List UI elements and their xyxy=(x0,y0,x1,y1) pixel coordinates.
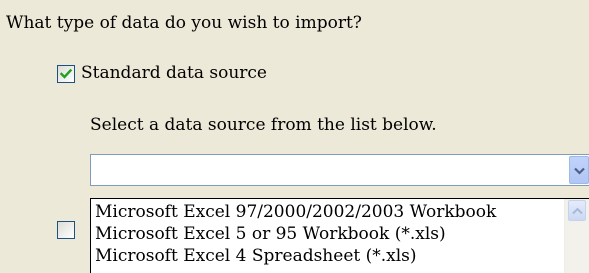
dropdown-option[interactable]: Microsoft Excel 97/2000/2002/2003 Workbo… xyxy=(95,201,496,223)
scroll-up-button[interactable] xyxy=(568,200,586,221)
data-source-combobox[interactable] xyxy=(90,154,589,186)
data-source-dropdown-list[interactable]: Microsoft Excel 97/2000/2002/2003 Workbo… xyxy=(90,198,589,273)
other-data-source-checkbox[interactable] xyxy=(57,221,75,239)
chevron-up-icon xyxy=(572,207,583,215)
chevron-down-icon xyxy=(574,167,585,175)
combobox-dropdown-button[interactable] xyxy=(569,156,589,184)
standard-data-source-label[interactable]: Standard data source xyxy=(81,63,267,83)
select-source-instruction: Select a data source from the list below… xyxy=(90,115,437,135)
standard-data-source-checkbox[interactable] xyxy=(57,65,75,83)
dropdown-scrollbar[interactable] xyxy=(564,199,589,273)
dropdown-option[interactable]: Microsoft Excel 5 or 95 Workbook (*.xls) xyxy=(95,223,446,245)
checkmark-icon xyxy=(59,68,73,79)
dropdown-option[interactable]: Microsoft Excel 4 Spreadsheet (*.xls) xyxy=(95,245,417,267)
import-question: What type of data do you wish to import? xyxy=(6,13,362,33)
